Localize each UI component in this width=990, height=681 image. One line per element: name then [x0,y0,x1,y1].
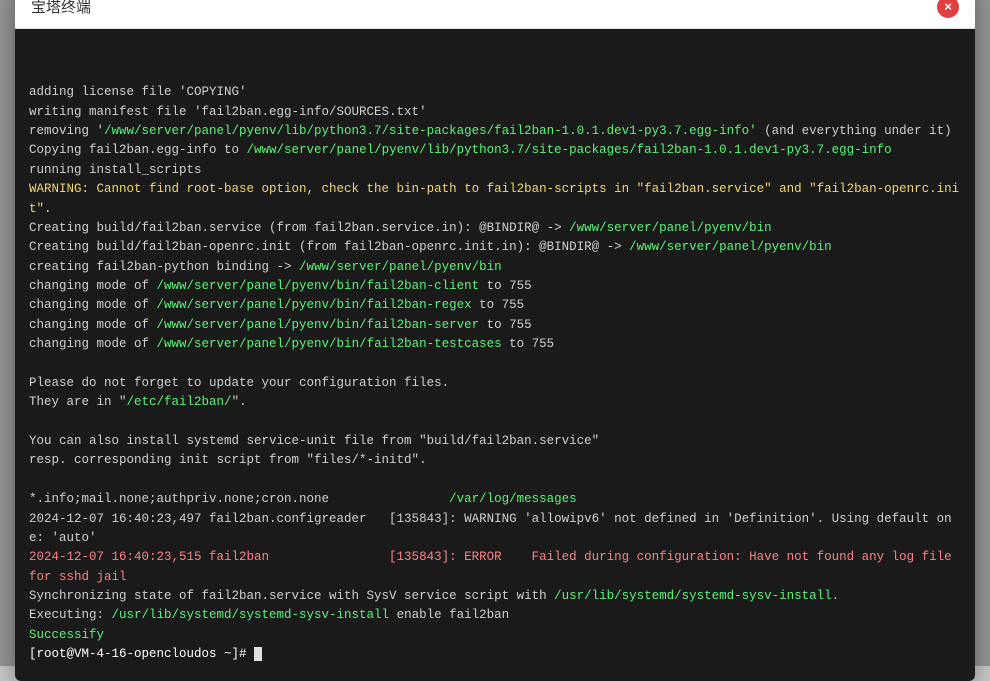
modal-header: 宝塔终端 × [15,0,975,29]
modal-overlay: 宝塔终端 × adding license file 'COPYING'writ… [0,0,990,666]
close-button[interactable]: × [937,0,959,18]
terminal-modal: 宝塔终端 × adding license file 'COPYING'writ… [15,0,975,681]
modal-title: 宝塔终端 [31,0,91,17]
terminal-body[interactable]: adding license file 'COPYING'writing man… [15,29,975,681]
